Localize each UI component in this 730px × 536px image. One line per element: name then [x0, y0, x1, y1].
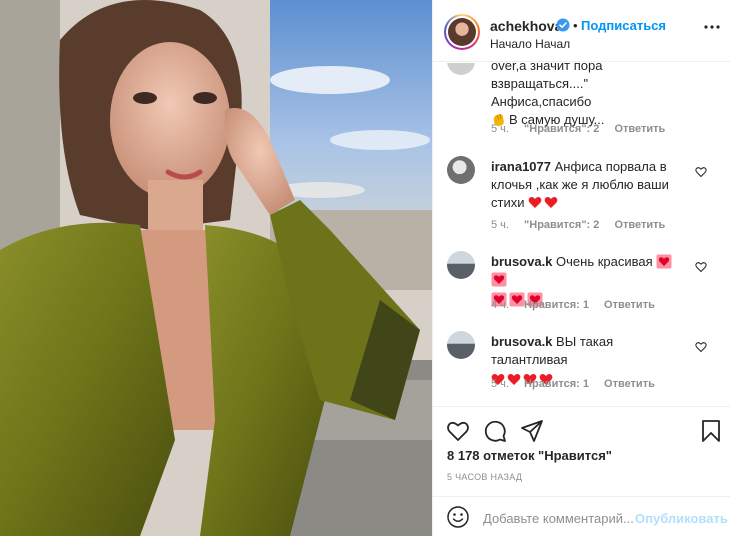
comment-likes[interactable]: Нравится: 1 — [524, 378, 589, 390]
comment-input[interactable] — [483, 509, 633, 527]
reply-button[interactable]: Ответить — [604, 378, 655, 390]
comment-time[interactable]: 5 ч. — [491, 123, 509, 135]
posted-time[interactable]: 5 ЧАСОВ НАЗАД — [447, 472, 522, 482]
comment-time[interactable]: 4 ч. — [491, 299, 509, 311]
comment-time[interactable]: 5 ч. — [491, 378, 509, 390]
reply-button[interactable]: Ответить — [614, 219, 665, 231]
verified-badge-icon — [556, 18, 570, 32]
publish-button[interactable]: Опубликовать — [635, 511, 728, 526]
share-icon[interactable] — [520, 419, 544, 443]
comment-avatar[interactable] — [447, 251, 475, 279]
comment-username[interactable]: irana1077 — [491, 159, 551, 174]
comment-text: irana1077 Анфиса порвала в клочья ,как ж… — [491, 159, 669, 210]
comment-avatar[interactable] — [447, 331, 475, 359]
comment-likes[interactable]: Нравится: 1 — [524, 299, 589, 311]
follow-button[interactable]: Подписаться — [581, 18, 666, 33]
save-icon[interactable] — [699, 419, 723, 443]
comment-avatar[interactable] — [447, 63, 475, 75]
reply-button[interactable]: Ответить — [614, 123, 665, 135]
post-photo[interactable] — [0, 0, 432, 536]
heart-box-emoji — [491, 272, 507, 287]
author-avatar[interactable] — [444, 14, 480, 50]
post-side-panel: achekhova • Подписаться Начало Начал ove… — [432, 0, 730, 536]
comment-list[interactable]: over,а значит пора взвращаться...." Анфи… — [433, 63, 730, 405]
like-icon[interactable] — [446, 419, 470, 443]
heart-box-emoji — [656, 254, 672, 269]
comment-meta: 5 ч. Нравится: 1 Ответить — [491, 378, 667, 390]
comment-icon[interactable] — [483, 419, 507, 443]
heart-emoji — [544, 197, 558, 208]
comment-meta: 5 ч. "Нравится": 2 Ответить — [491, 219, 677, 231]
reply-button[interactable]: Ответить — [604, 299, 655, 311]
post-location[interactable]: Начало Начал — [490, 37, 570, 51]
comment-meta: 4 ч. Нравится: 1 Ответить — [491, 299, 667, 311]
more-options-icon[interactable] — [703, 24, 721, 30]
likes-count[interactable]: 8 178 отметок "Нравится" — [447, 448, 612, 463]
add-comment-bar: Опубликовать — [433, 496, 730, 536]
post-header: achekhova • Подписаться Начало Начал — [433, 0, 730, 62]
comment-likes[interactable]: "Нравится": 2 — [524, 123, 599, 135]
author-username[interactable]: achekhova — [490, 18, 562, 34]
comment-username[interactable]: brusova.k — [491, 254, 552, 269]
comment-like-icon[interactable] — [695, 166, 707, 178]
post-photo-illustration — [0, 0, 432, 536]
header-separator: • — [573, 18, 578, 33]
comment-like-icon[interactable] — [695, 261, 707, 273]
comment-like-icon[interactable] — [695, 341, 707, 353]
post-actions: 8 178 отметок "Нравится" 5 ЧАСОВ НАЗАД — [433, 406, 730, 504]
comment-meta: 5 ч. "Нравится": 2 Ответить — [491, 123, 677, 135]
heart-emoji — [528, 197, 542, 208]
comment-text: over,а значит пора взвращаться...." Анфи… — [491, 63, 605, 127]
emoji-smile-icon[interactable] — [447, 506, 469, 528]
comment-likes[interactable]: "Нравится": 2 — [524, 219, 599, 231]
comment-avatar[interactable] — [447, 156, 475, 184]
comment-time[interactable]: 5 ч. — [491, 219, 509, 231]
comment-username[interactable]: brusova.k — [491, 334, 552, 349]
